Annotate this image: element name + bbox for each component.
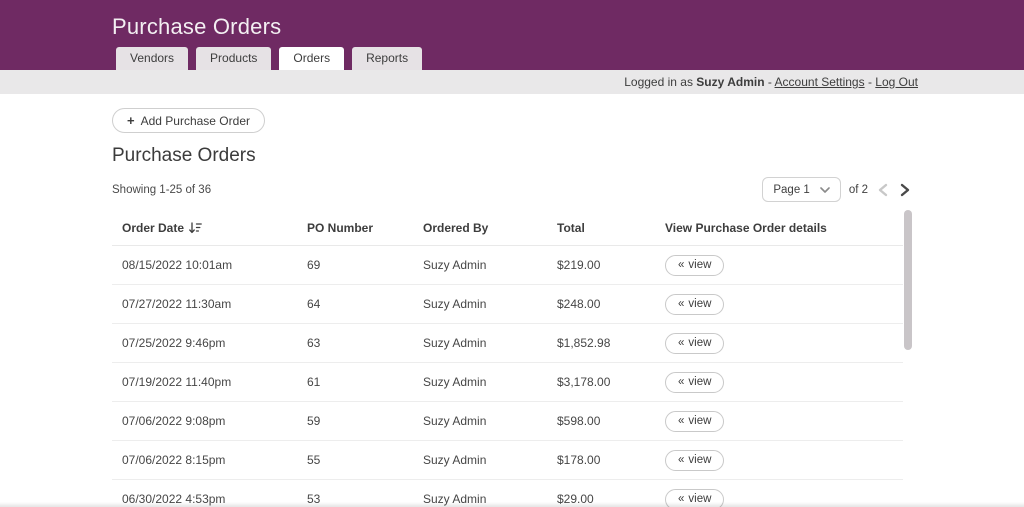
total-cell: $178.00 (557, 453, 665, 467)
separator: - (768, 75, 772, 89)
order-date-cell: 07/25/2022 9:46pm (112, 336, 307, 350)
ordered-by-cell: Suzy Admin (423, 453, 557, 467)
view-button[interactable]: « view (665, 411, 724, 432)
total-cell: $248.00 (557, 297, 665, 311)
column-header-ordered-by[interactable]: Ordered By (423, 221, 557, 235)
order-date-cell: 06/30/2022 4:53pm (112, 492, 307, 506)
total-cell: $3,178.00 (557, 375, 665, 389)
sort-descending-icon (189, 222, 202, 234)
view-details-cell: « view (665, 333, 903, 354)
po-number-cell: 53 (307, 492, 423, 506)
total-cell: $29.00 (557, 492, 665, 506)
double-chevron-left-icon: « (678, 376, 684, 388)
tab-reports[interactable]: Reports (352, 47, 422, 70)
table-row: 07/27/2022 11:30am64Suzy Admin$248.00 « vi… (112, 285, 903, 324)
ordered-by-cell: Suzy Admin (423, 375, 557, 389)
double-chevron-left-icon: « (678, 337, 684, 349)
page-title: Purchase Orders (112, 145, 912, 167)
view-button[interactable]: « view (665, 294, 724, 315)
view-button-label: view (688, 415, 711, 427)
ordered-by-cell: Suzy Admin (423, 336, 557, 350)
view-button-label: view (688, 493, 711, 505)
double-chevron-left-icon: « (678, 415, 684, 427)
table-row: 06/30/2022 4:53pm53Suzy Admin$29.00 « view (112, 480, 903, 507)
results-count: Showing 1-25 of 36 (112, 184, 211, 196)
column-header-view-details: View Purchase Order details (665, 221, 903, 235)
po-number-cell: 69 (307, 258, 423, 272)
view-button-label: view (688, 376, 711, 388)
previous-page-icon[interactable] (876, 181, 890, 199)
order-date-cell: 08/15/2022 10:01am (112, 258, 307, 272)
po-number-cell: 64 (307, 297, 423, 311)
app-title: Purchase Orders (112, 0, 912, 40)
view-button-label: view (688, 259, 711, 271)
view-details-cell: « view (665, 372, 903, 393)
app-header: Purchase Orders Vendors Products Orders Rep… (0, 0, 1024, 70)
po-number-cell: 61 (307, 375, 423, 389)
view-details-cell: « view (665, 489, 903, 507)
logged-in-username: Suzy Admin (696, 75, 764, 89)
view-button[interactable]: « view (665, 333, 724, 354)
table-row: 07/06/2022 8:15pm55Suzy Admin$178.00 « vie… (112, 441, 903, 480)
total-cell: $598.00 (557, 414, 665, 428)
view-button[interactable]: « view (665, 255, 724, 276)
plus-icon: + (127, 113, 135, 128)
vertical-scrollbar[interactable] (904, 210, 912, 350)
double-chevron-left-icon: « (678, 493, 684, 505)
add-purchase-order-label: Add Purchase Order (141, 114, 250, 128)
view-button-label: view (688, 454, 711, 466)
user-bar: Logged in as Suzy Admin - Account Settin… (0, 70, 1024, 94)
page-select-value: Page 1 (773, 184, 809, 196)
page-select[interactable]: Page 1 (762, 177, 840, 202)
order-date-cell: 07/06/2022 9:08pm (112, 414, 307, 428)
chevron-down-icon (820, 187, 830, 193)
view-button[interactable]: « view (665, 372, 724, 393)
view-details-cell: « view (665, 294, 903, 315)
add-purchase-order-button[interactable]: + Add Purchase Order (112, 108, 265, 133)
view-button-label: view (688, 337, 711, 349)
tab-products[interactable]: Products (196, 47, 271, 70)
ordered-by-cell: Suzy Admin (423, 297, 557, 311)
double-chevron-left-icon: « (678, 454, 684, 466)
view-button[interactable]: « view (665, 450, 724, 471)
column-header-po-number[interactable]: PO Number (307, 221, 423, 235)
double-chevron-left-icon: « (678, 298, 684, 310)
next-page-icon[interactable] (898, 181, 912, 199)
table-body: 08/15/2022 10:01am69Suzy Admin$219.00«vi… (112, 246, 903, 507)
nav-tabs: Vendors Products Orders Reports (112, 47, 422, 70)
ordered-by-cell: Suzy Admin (423, 258, 557, 272)
order-date-cell: 07/19/2022 11:40pm (112, 375, 307, 389)
pagination: Page 1 of 2 (762, 177, 912, 202)
total-cell: $1,852.98 (557, 336, 665, 350)
ordered-by-cell: Suzy Admin (423, 414, 557, 428)
view-button[interactable]: « view (665, 489, 724, 507)
view-details-cell: « view (665, 450, 903, 471)
po-number-cell: 59 (307, 414, 423, 428)
double-chevron-left-icon: « (678, 259, 684, 271)
table-row: 07/25/2022 9:46pm63Suzy Admin$1,852.98 « v… (112, 324, 903, 363)
account-settings-link[interactable]: Account Settings (775, 75, 865, 89)
tab-vendors[interactable]: Vendors (116, 47, 188, 70)
order-date-cell: 07/27/2022 11:30am (112, 297, 307, 311)
view-details-cell: « view (665, 411, 903, 432)
log-out-link[interactable]: Log Out (875, 75, 918, 89)
page-total-text: of 2 (849, 184, 868, 196)
table-row: 08/15/2022 10:01am69Suzy Admin$219.00 « vi… (112, 246, 903, 285)
view-button-label: view (688, 298, 711, 310)
tab-orders[interactable]: Orders (279, 47, 344, 70)
view-details-cell: « view (665, 255, 903, 276)
column-header-total[interactable]: Total (557, 221, 665, 235)
ordered-by-cell: Suzy Admin (423, 492, 557, 506)
po-number-cell: 55 (307, 453, 423, 467)
table-header-row: Order Date PO Number (112, 210, 903, 246)
total-cell: $219.00 (557, 258, 665, 272)
logged-in-prefix: Logged in as (624, 75, 693, 89)
column-header-order-date[interactable]: Order Date (112, 221, 307, 235)
po-number-cell: 63 (307, 336, 423, 350)
separator: - (868, 75, 872, 89)
purchase-orders-table: Order Date PO Number (112, 210, 912, 507)
order-date-cell: 07/06/2022 8:15pm (112, 453, 307, 467)
table-row: 07/06/2022 9:08pm59Suzy Admin$598.00 « vie… (112, 402, 903, 441)
table-row: 07/19/2022 11:40pm61Suzy Admin$3,178.00«… (112, 363, 903, 402)
